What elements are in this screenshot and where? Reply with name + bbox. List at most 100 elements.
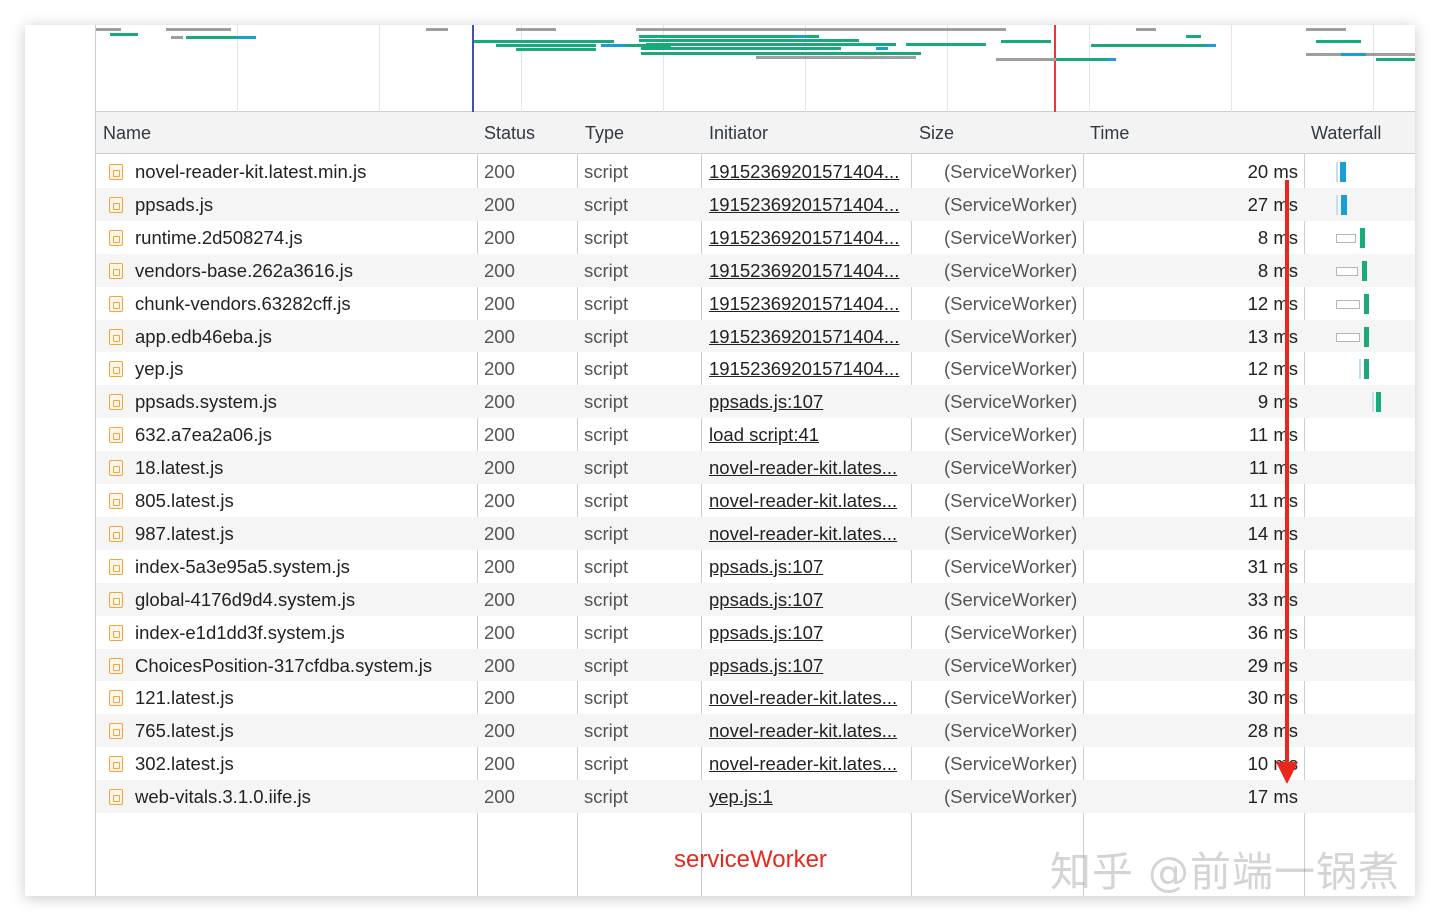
request-size: (ServiceWorker): [944, 522, 1078, 544]
request-initiator-link[interactable]: ppsads.js:107: [709, 649, 909, 682]
annotation-arrow-head: [1276, 762, 1298, 784]
script-file-icon: [109, 493, 123, 509]
request-status: 200: [484, 621, 515, 643]
request-status: 200: [484, 687, 515, 709]
script-file-icon: [109, 196, 123, 213]
waterfall-download-bar: [1362, 260, 1367, 281]
request-name: runtime.2d508274.js: [135, 226, 303, 248]
table-row[interactable]: ppsads.system.js 200 script ppsads.js:107 (S…: [96, 385, 1415, 419]
column-header-initiator[interactable]: Initiator: [709, 112, 768, 154]
overview-request-bar: [516, 28, 556, 31]
column-header-time[interactable]: Time: [1090, 112, 1129, 154]
request-initiator-link[interactable]: novel-reader-kit.lates...: [709, 714, 909, 747]
request-size: (ServiceWorker): [944, 687, 1078, 709]
table-row[interactable]: index-e1d1dd3f.system.js 200 script ppsads.…: [96, 616, 1415, 649]
overview-request-bar: [516, 48, 596, 51]
column-header-name[interactable]: Name: [103, 112, 151, 154]
annotation-arrow: [1285, 180, 1289, 765]
table-row[interactable]: 302.latest.js 200 script novel-reader-kit.l…: [96, 747, 1415, 780]
table-row[interactable]: ChoicesPosition-317cfdba.system.js 200 scr…: [96, 648, 1415, 682]
table-row[interactable]: index-5a3e95a5.system.js 200 script ppsads.…: [96, 550, 1415, 583]
waterfall-waiting-bar: [1336, 299, 1360, 309]
request-initiator-link[interactable]: 19152369201571404...: [709, 254, 909, 287]
request-type: script: [584, 161, 629, 182]
table-row[interactable]: 121.latest.js 200 script novel-reader-kit.l…: [96, 681, 1415, 714]
overview-request-bar: [474, 40, 614, 43]
request-name: yep.js: [135, 358, 184, 380]
request-initiator-link[interactable]: novel-reader-kit.lates...: [709, 681, 909, 714]
request-time: 8 ms: [1257, 226, 1298, 248]
request-type: script: [584, 687, 629, 709]
request-initiator-link[interactable]: ppsads.js:107: [709, 583, 909, 616]
request-initiator-link[interactable]: load script:41: [709, 418, 909, 451]
table-row[interactable]: web-vitals.3.1.0.iife.js 200 script yep.js:…: [96, 780, 1415, 813]
overview-gridline: [947, 25, 948, 112]
table-row[interactable]: chunk-vendors.63282cff.js 200 script 191523…: [96, 287, 1415, 320]
request-name: novel-reader-kit.latest.min.js: [135, 161, 367, 182]
request-type: script: [584, 292, 629, 314]
network-panel: Name Status Type Initiator Size Time Wat…: [95, 25, 1415, 896]
request-status: 200: [484, 358, 515, 380]
request-size: (ServiceWorker): [944, 588, 1078, 610]
annotation-label: serviceWorker: [674, 846, 827, 873]
overview-request-bar: [110, 33, 138, 36]
request-initiator-link[interactable]: ppsads.js:107: [709, 616, 909, 649]
overview-request-bar: [1001, 40, 1051, 43]
request-initiator-link[interactable]: novel-reader-kit.lates...: [709, 747, 909, 780]
column-header-status[interactable]: Status: [484, 112, 535, 154]
request-initiator-link[interactable]: novel-reader-kit.lates...: [709, 517, 909, 550]
request-status: 200: [484, 325, 515, 347]
overview-request-bar: [1316, 40, 1361, 43]
request-initiator-link[interactable]: 19152369201571404...: [709, 221, 909, 254]
request-type: script: [584, 522, 629, 544]
table-row[interactable]: vendors-base.262a3616.js 200 script 1915236…: [96, 253, 1415, 287]
overview-request-bar: [639, 35, 819, 38]
request-initiator-link[interactable]: 19152369201571404...: [709, 352, 909, 385]
column-header-size[interactable]: Size: [919, 112, 954, 154]
overview-request-bar: [171, 36, 183, 39]
column-header-waterfall[interactable]: Waterfall: [1311, 112, 1381, 154]
request-status: 200: [484, 786, 515, 808]
request-name: index-5a3e95a5.system.js: [135, 555, 350, 577]
request-initiator-link[interactable]: yep.js:1: [709, 780, 909, 813]
table-row[interactable]: 632.a7ea2a06.js 200 script load script:41 (S…: [96, 418, 1415, 451]
overview-request-bar: [496, 44, 596, 47]
request-type: script: [584, 226, 629, 248]
request-type: script: [584, 325, 629, 347]
request-initiator-link[interactable]: 19152369201571404...: [709, 188, 909, 221]
overview-request-bar: [641, 52, 921, 55]
table-row[interactable]: app.edb46eba.js 200 script 1915236920157140…: [96, 319, 1415, 353]
request-status: 200: [484, 753, 515, 775]
column-header-type[interactable]: Type: [585, 112, 624, 154]
request-time: 9 ms: [1257, 391, 1298, 413]
request-name: app.edb46eba.js: [135, 325, 272, 347]
request-initiator-link[interactable]: ppsads.js:107: [709, 550, 909, 583]
screenshot-card: Name Status Type Initiator Size Time Wat…: [25, 25, 1415, 896]
request-initiator-link[interactable]: 19152369201571404...: [709, 155, 909, 188]
request-name: ppsads.system.js: [135, 391, 277, 413]
request-type: script: [584, 424, 629, 446]
script-file-icon: [109, 756, 123, 773]
table-row[interactable]: yep.js 200 script 19152369201571404... (Serv…: [96, 352, 1415, 385]
overview-request-bar: [1206, 44, 1216, 47]
table-row[interactable]: runtime.2d508274.js 200 script 191523692015…: [96, 221, 1415, 254]
table-row[interactable]: novel-reader-kit.latest.min.js 200 script 1…: [96, 155, 1415, 188]
table-row[interactable]: 765.latest.js 200 script novel-reader-kit.l…: [96, 714, 1415, 748]
request-initiator-link[interactable]: novel-reader-kit.lates...: [709, 451, 909, 484]
request-time: 27 ms: [1247, 193, 1298, 215]
request-type: script: [584, 588, 629, 610]
table-row[interactable]: 987.latest.js 200 script novel-reader-kit.l…: [96, 516, 1415, 550]
table-row[interactable]: 18.latest.js 200 script novel-reader-kit.la…: [96, 451, 1415, 484]
script-file-icon: [109, 295, 123, 312]
request-size: (ServiceWorker): [944, 654, 1078, 676]
table-row[interactable]: 805.latest.js 200 script novel-reader-kit.l…: [96, 484, 1415, 517]
request-initiator-link[interactable]: 19152369201571404...: [709, 320, 909, 353]
table-row[interactable]: global-4176d9d4.system.js 200 script ppsads…: [96, 582, 1415, 616]
waterfall-queue-mark: [1359, 359, 1361, 380]
request-initiator-link[interactable]: ppsads.js:107: [709, 385, 909, 418]
network-overview[interactable]: [96, 25, 1415, 112]
table-row[interactable]: ppsads.js 200 script 19152369201571404... (S…: [96, 187, 1415, 221]
request-initiator-link[interactable]: novel-reader-kit.lates...: [709, 484, 909, 517]
overview-request-bar: [236, 36, 256, 39]
request-initiator-link[interactable]: 19152369201571404...: [709, 287, 909, 320]
